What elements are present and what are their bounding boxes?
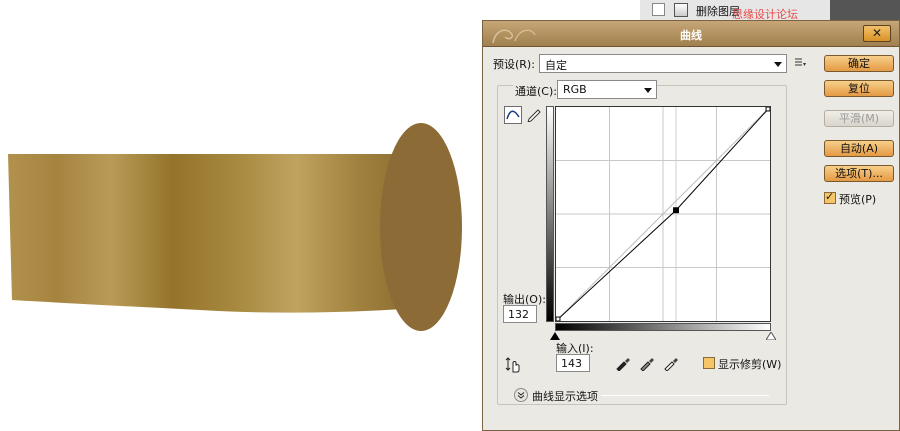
input-gradient-bar [555,323,771,331]
chevron-down-icon [644,88,652,93]
curves-dialog: 曲线 ✕ 预设(R): 自定 确定 复位 平滑(M) 自动(A) 选项(T)..… [482,20,900,431]
expand-toggle-icon[interactable] [514,388,528,402]
preview-label[interactable]: 预览(P) [839,191,876,207]
channel-value: RGB [563,83,587,96]
chevron-down-icon [774,62,782,67]
output-gradient-bar [546,106,554,322]
preset-label: 预设(R): [493,58,535,71]
smooth-button[interactable]: 平滑(M) [824,110,894,127]
pencil-icon [527,109,541,123]
preset-menu-icon[interactable] [795,58,807,68]
cylinder-artwork [8,123,462,331]
preset-select[interactable]: 自定 [539,54,787,73]
channel-label: 通道(C): [513,83,559,99]
curve-point-tool[interactable] [504,106,522,124]
input-value: 143 [561,357,582,370]
output-field[interactable]: 132 [503,305,537,323]
gray-eyedropper-icon[interactable] [639,355,655,371]
black-point-slider-icon[interactable] [550,332,560,340]
curve-display-options-label[interactable]: 曲线显示选项 [532,388,598,404]
separator-line [601,395,769,396]
pencil-tool[interactable] [526,106,544,124]
show-clipping-checkbox[interactable] [703,357,715,369]
ok-button[interactable]: 确定 [824,55,894,72]
auto-button[interactable]: 自动(A) [824,140,894,157]
curve-graph[interactable] [555,106,771,322]
on-image-adjust-hand-icon[interactable] [505,356,523,374]
curve-icon [506,110,520,120]
preview-checkbox[interactable] [824,190,836,204]
input-field[interactable]: 143 [556,354,590,372]
white-eyedropper-icon[interactable] [663,355,679,371]
layer-visibility-checkbox[interactable] [652,3,665,16]
channel-select[interactable]: RGB [557,80,657,99]
dialog-titlebar[interactable]: 曲线 ✕ [483,21,899,47]
black-eyedropper-icon[interactable] [615,355,631,371]
preset-value: 自定 [545,59,567,72]
curve-point[interactable] [673,207,679,214]
curve-point[interactable] [765,107,770,112]
white-point-slider-icon[interactable] [766,332,776,340]
options-button[interactable]: 选项(T)... [824,165,894,182]
output-value: 132 [508,308,529,321]
close-button[interactable]: ✕ [863,25,891,42]
dialog-title: 曲线 [680,29,702,42]
reset-button[interactable]: 复位 [824,80,894,97]
show-clipping-label[interactable]: 显示修剪(W) [718,356,781,372]
delete-layer-icon[interactable] [674,3,688,17]
curve-point[interactable] [556,316,561,321]
